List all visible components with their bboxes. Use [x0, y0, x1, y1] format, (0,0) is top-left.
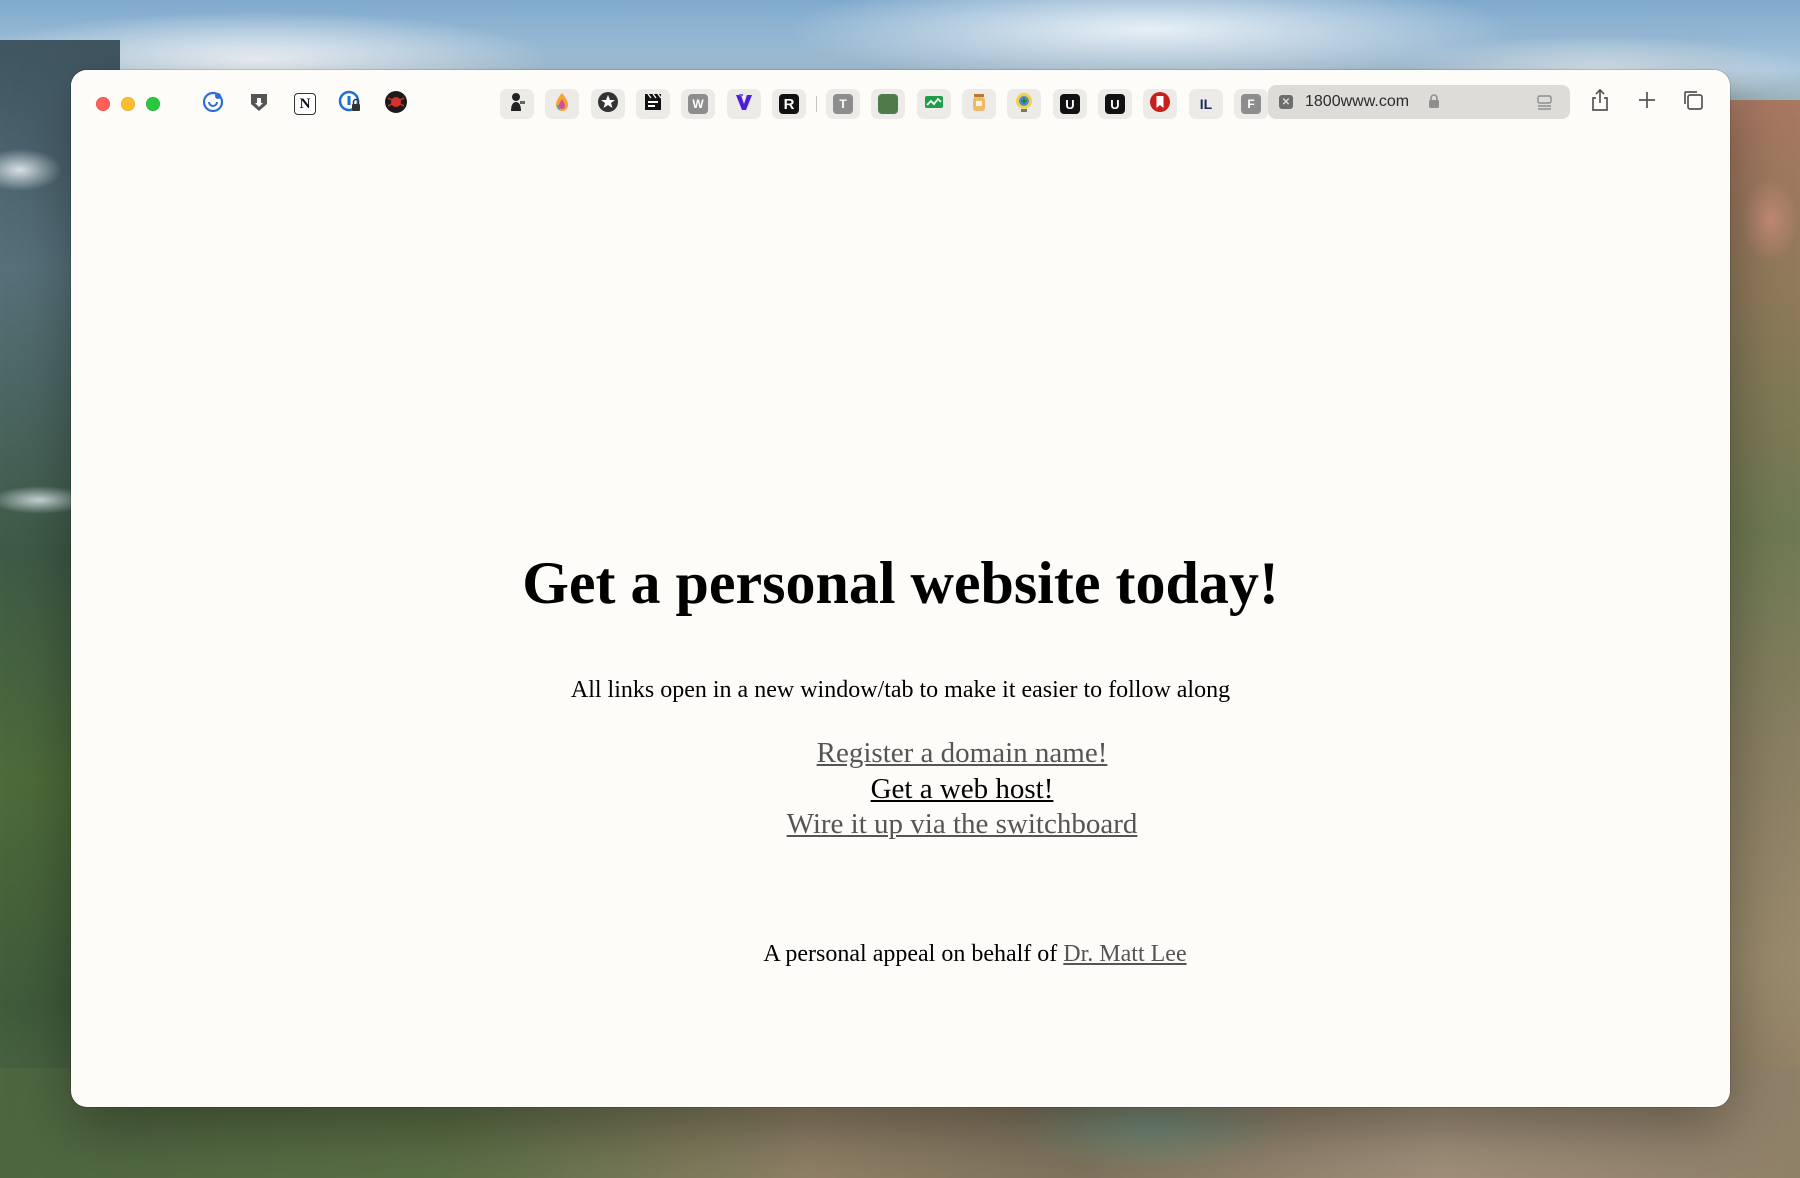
new-tab-button[interactable]	[1631, 86, 1663, 118]
clapper-icon	[642, 91, 664, 118]
bookmark-item[interactable]	[962, 89, 996, 119]
password-lock-icon	[338, 90, 362, 119]
color-flame-icon	[552, 91, 572, 118]
circle-logo-icon	[202, 91, 224, 118]
bookmark-item[interactable]	[1143, 89, 1177, 119]
notion-icon: N	[294, 93, 316, 115]
switchboard-link[interactable]: Wire it up via the switchboard	[787, 807, 1138, 843]
bookmark-item[interactable]: T	[826, 89, 860, 119]
person-figure-icon	[506, 91, 528, 118]
address-url[interactable]: 1800www.com	[1305, 93, 1409, 111]
bookmark-item[interactable]: R	[772, 89, 806, 119]
bookmark-item[interactable]	[545, 89, 579, 119]
site-favicon-icon: ✕	[1279, 95, 1293, 109]
bookmark-item[interactable]: U	[1053, 89, 1087, 119]
browser-toolbar: N W R T U U IL F ✕ 1800www.com	[71, 70, 1730, 136]
lock-icon	[1428, 94, 1440, 114]
bookmark-item[interactable]	[591, 89, 625, 119]
appeal-prefix: A personal appeal on behalf of	[763, 941, 1058, 967]
reader-mode-icon[interactable]	[1536, 95, 1554, 116]
address-bar[interactable]: ✕ 1800www.com	[1268, 85, 1570, 119]
green-chart-icon	[923, 91, 945, 118]
bookmark-item[interactable]	[871, 89, 905, 119]
u-dark-icon: U	[1105, 94, 1125, 114]
browser-window: N W R T U U IL F ✕ 1800www.com Get a per…	[71, 70, 1730, 1107]
bookmark-item[interactable]	[379, 89, 413, 119]
page-headline: Get a personal website today!	[522, 550, 1279, 616]
web-host-link[interactable]: Get a web host!	[871, 772, 1054, 808]
il-letters-icon: IL	[1199, 96, 1213, 112]
bookmark-item[interactable]: N	[288, 89, 322, 119]
green-square-icon	[878, 94, 898, 114]
r-logo-icon: R	[779, 94, 799, 114]
links-list: Register a domain name! Get a web host! …	[71, 736, 1730, 843]
bookmark-item[interactable]	[1007, 89, 1041, 119]
u-dark-icon: U	[1060, 94, 1080, 114]
bookmark-item[interactable]	[917, 89, 951, 119]
plus-icon	[1637, 90, 1657, 115]
bookmark-separator	[816, 96, 817, 112]
register-domain-link[interactable]: Register a domain name!	[817, 736, 1108, 772]
bookmark-item[interactable]	[242, 89, 276, 119]
matt-lee-link[interactable]: Dr. Matt Lee	[1063, 941, 1186, 967]
tab-overview-icon	[1682, 89, 1704, 116]
zoom-window-button[interactable]	[146, 97, 160, 111]
bookmark-item[interactable]: U	[1098, 89, 1132, 119]
shield-bookmark-icon	[249, 91, 269, 118]
jar-icon	[969, 91, 989, 118]
bookmark-item[interactable]: F	[1234, 89, 1268, 119]
bookmark-item[interactable]	[636, 89, 670, 119]
minimize-window-button[interactable]	[121, 97, 135, 111]
bookmark-item[interactable]	[196, 89, 230, 119]
page-subtext: All links open in a new window/tab to ma…	[570, 677, 1231, 703]
bookmark-item[interactable]: IL	[1189, 89, 1223, 119]
bookmark-item[interactable]	[500, 89, 534, 119]
close-window-button[interactable]	[96, 97, 110, 111]
bookmark-item[interactable]	[727, 89, 761, 119]
appeal-text: A personal appeal on behalf of Dr. Matt …	[71, 940, 1730, 969]
globe-bulb-icon	[1013, 91, 1035, 118]
t-letter-icon: T	[833, 94, 853, 114]
tab-overview-button[interactable]	[1677, 86, 1709, 118]
f-letter-icon: F	[1241, 94, 1261, 114]
star-badge-icon	[597, 91, 619, 118]
bookmark-item[interactable]	[333, 89, 367, 119]
red-spider-icon	[384, 90, 408, 119]
bookmark-item[interactable]: W	[681, 89, 715, 119]
share-button[interactable]	[1584, 86, 1616, 118]
red-bookmark-icon	[1149, 91, 1171, 118]
page-content: Get a personal website today! All links …	[71, 136, 1730, 1107]
v-logo-icon	[733, 91, 755, 118]
share-icon	[1590, 88, 1610, 117]
w-letter-icon: W	[688, 94, 708, 114]
